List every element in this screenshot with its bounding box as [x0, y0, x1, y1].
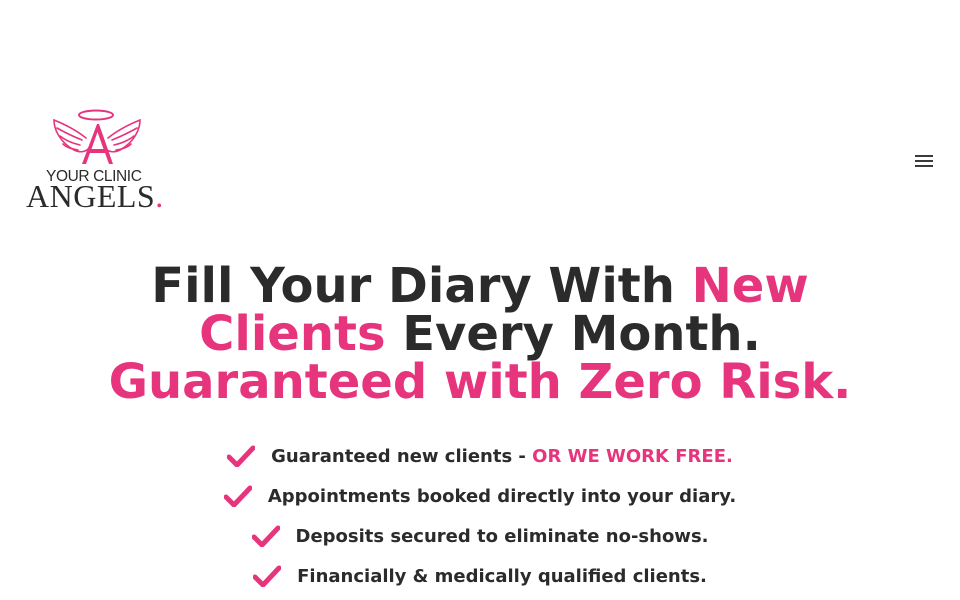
benefit-item: Financially & medically qualified client…: [0, 556, 960, 596]
logo-brand-name: ANGELS: [26, 178, 156, 214]
menu-bar: [915, 155, 933, 157]
benefit-text: Financially & medically qualified client…: [297, 565, 707, 587]
benefit-item: Guaranteed new clients - OR WE WORK FREE…: [0, 436, 960, 476]
benefit-main-text: Guaranteed new clients -: [271, 445, 533, 467]
benefits-list: Guaranteed new clients - OR WE WORK FREE…: [0, 436, 960, 596]
headline-line-2: Clients Every Month.: [60, 310, 900, 358]
logo-dot: .: [155, 178, 164, 214]
headline-line-3: Guaranteed with Zero Risk.: [108, 354, 852, 410]
menu-bar: [915, 160, 933, 162]
benefit-text: Guaranteed new clients - OR WE WORK FREE…: [271, 446, 733, 467]
checkmark-icon: [223, 485, 252, 507]
checkmark-icon: [251, 525, 280, 547]
checkmark-icon: [227, 445, 256, 467]
site-logo[interactable]: YOUR CLINIC ANGELS.: [26, 108, 176, 218]
headline-line-1: Fill Your Diary With New: [60, 262, 900, 310]
angel-wings-halo-icon: [53, 109, 141, 164]
logo-main-text: ANGELS.: [26, 178, 164, 215]
hamburger-menu-icon[interactable]: [908, 148, 940, 174]
benefit-item: Appointments booked directly into your d…: [0, 476, 960, 516]
benefit-text: Appointments booked directly into your d…: [267, 485, 737, 507]
benefit-text: Deposits secured to eliminate no-shows.: [295, 525, 709, 547]
benefit-item: Deposits secured to eliminate no-shows.: [0, 516, 960, 556]
page: YOUR CLINIC ANGELS. Fill Your Diary With…: [0, 0, 960, 600]
hero-headline: Fill Your Diary With New Clients Every M…: [60, 262, 900, 406]
menu-bar: [915, 165, 933, 167]
benefit-highlight: OR WE WORK FREE.: [532, 445, 733, 467]
checkmark-icon: [253, 565, 282, 587]
